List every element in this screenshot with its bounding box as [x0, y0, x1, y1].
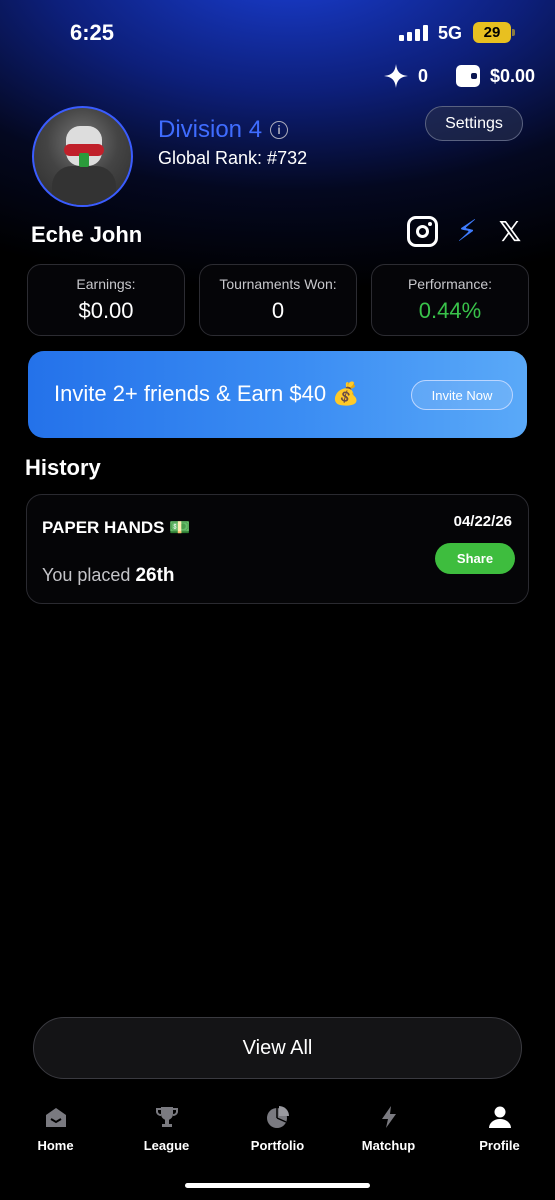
lightning-icon: [376, 1104, 402, 1130]
earnings-card: Earnings: $0.00: [27, 264, 185, 336]
history-title: History: [25, 455, 101, 480]
avatar-goggles: [64, 144, 104, 167]
tab-home[interactable]: Home: [0, 1100, 111, 1160]
tab-label: Portfolio: [250, 1138, 305, 1153]
stat-value: 0: [271, 298, 285, 323]
instagram-icon[interactable]: [407, 216, 438, 247]
wallet-icon[interactable]: [455, 65, 480, 87]
tab-label: Home: [37, 1138, 74, 1153]
division-label: Division 4 i: [158, 116, 289, 144]
tournament-date: 04/22/26: [453, 513, 512, 530]
trophy-icon: [154, 1104, 180, 1130]
tab-label: Profile: [479, 1138, 520, 1153]
view-all-button[interactable]: View All: [33, 1017, 522, 1079]
tab-league[interactable]: League: [111, 1100, 222, 1160]
tournament-name: PAPER HANDS 💵: [42, 518, 191, 537]
battery-icon: 29: [473, 22, 515, 43]
user-name: Eche John: [31, 222, 143, 247]
cellular-signal-icon: [399, 25, 428, 41]
home-icon: [43, 1104, 69, 1130]
stat-label: Tournaments Won:: [219, 276, 337, 292]
placed-rank: 26th: [135, 565, 175, 586]
history-item[interactable]: PAPER HANDS 💵 04/22/26 Share You placed …: [26, 494, 529, 604]
tab-matchup[interactable]: Matchup: [333, 1100, 444, 1160]
wallet-balance[interactable]: $0.00: [490, 66, 535, 87]
status-time: 6:25: [70, 20, 115, 45]
invite-now-button[interactable]: Invite Now: [411, 380, 513, 410]
stat-value: 0.44%: [418, 298, 482, 323]
stats-row: Earnings: $0.00 Tournaments Won: 0 Perfo…: [27, 264, 529, 336]
tab-label: League: [143, 1138, 190, 1153]
tab-label: Matchup: [361, 1138, 416, 1153]
home-indicator: [185, 1183, 370, 1188]
stat-label: Earnings:: [76, 276, 136, 292]
pie-chart-icon: [265, 1104, 291, 1130]
avatar[interactable]: [32, 106, 133, 207]
s-logo-icon[interactable]: ⚡: [456, 216, 478, 247]
profile-screen: 6:25 5G 29 0 $0.00 Division 4 i Global R…: [0, 0, 555, 1200]
social-links: ⚡ 𝕏: [407, 216, 524, 247]
tab-portfolio[interactable]: Portfolio: [222, 1100, 333, 1160]
info-icon[interactable]: i: [270, 121, 289, 139]
sparkle-icon[interactable]: [383, 64, 408, 88]
stat-value: $0.00: [78, 298, 134, 323]
invite-banner[interactable]: Invite 2+ friends & Earn $40 💰 Invite No…: [28, 351, 527, 438]
placed-prefix: You placed: [42, 565, 131, 585]
performance-card: Performance: 0.44%: [371, 264, 529, 336]
network-type: 5G: [438, 23, 463, 43]
global-rank: Global Rank: #732: [158, 148, 308, 168]
share-button[interactable]: Share: [435, 543, 515, 574]
stars-count: 0: [417, 65, 428, 86]
division-text: Division 4: [158, 116, 263, 143]
settings-button[interactable]: Settings: [425, 106, 523, 141]
stat-label: Performance:: [407, 276, 493, 292]
tab-profile[interactable]: Profile: [444, 1100, 555, 1160]
avatar-body: [52, 166, 116, 205]
tournaments-won-card: Tournaments Won: 0: [199, 264, 357, 336]
x-twitter-icon[interactable]: 𝕏: [496, 216, 524, 247]
balances: 0 $0.00: [383, 64, 535, 88]
placement-text: You placed 26th: [42, 565, 175, 587]
user-icon: [487, 1104, 513, 1130]
tab-bar: Home League Portfolio Matchup Profile: [0, 1100, 555, 1160]
invite-text: Invite 2+ friends & Earn $40 💰: [54, 381, 360, 406]
